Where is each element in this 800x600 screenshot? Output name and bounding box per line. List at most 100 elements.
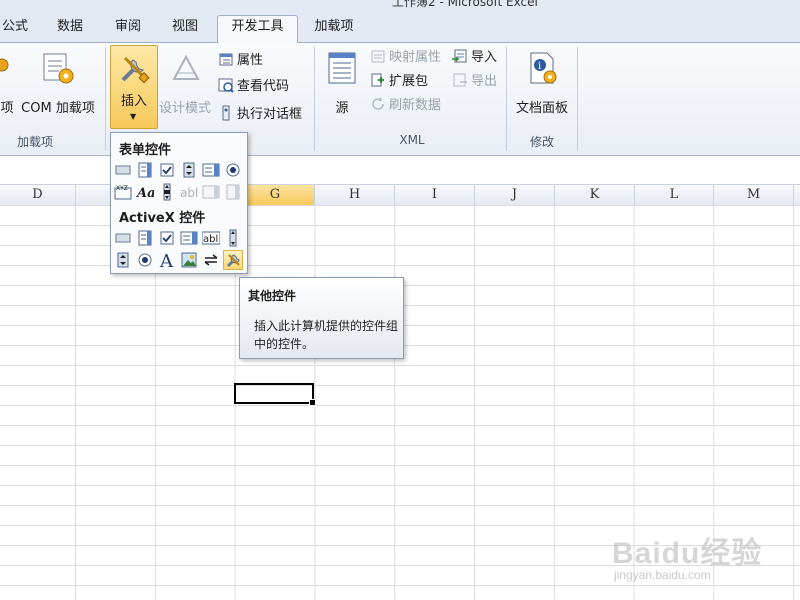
map-properties-label: 映射属性	[389, 50, 442, 65]
button-control-icon[interactable]	[113, 160, 133, 180]
insert-label: 插入	[120, 94, 147, 109]
text-field-disabled-icon: abl	[179, 182, 199, 202]
active-cell[interactable]	[234, 383, 316, 406]
group-divider	[577, 47, 578, 151]
xml-source-button[interactable]: 源	[322, 51, 362, 116]
com-addins-label: COM 加载项	[21, 101, 95, 116]
scroll-bar-icon[interactable]	[157, 182, 177, 202]
spin-button-icon[interactable]	[179, 160, 199, 180]
group-label-addins: 加载项	[16, 135, 53, 149]
xml-import-button[interactable]: 导入	[452, 48, 497, 68]
xml-export-button[interactable]: 导出	[452, 72, 497, 92]
refresh-data-button[interactable]: 刷新数据	[370, 96, 441, 116]
fill-handle[interactable]	[309, 399, 316, 406]
document-panel-label: 文档面板	[515, 101, 568, 116]
group-label-modify: 修改	[529, 135, 554, 149]
activex-checkbox-icon[interactable]	[157, 228, 177, 248]
document-panel-icon: i	[525, 51, 559, 87]
activex-image-icon[interactable]	[179, 250, 199, 270]
tooltip-title: 其他控件	[248, 289, 297, 303]
activex-label-icon[interactable]: A	[157, 250, 177, 270]
column-header[interactable]: J	[475, 185, 555, 205]
addins-label: 项	[0, 101, 14, 116]
list-box-icon[interactable]	[201, 160, 221, 180]
activex-list-box-icon[interactable]	[179, 228, 199, 248]
design-mode-label: 设计模式	[158, 101, 211, 116]
addins-button[interactable]: 项	[0, 51, 14, 116]
document-panel-button[interactable]: i 文档面板	[510, 51, 574, 116]
refresh-data-label: 刷新数据	[389, 98, 442, 113]
svg-text:A: A	[159, 251, 174, 269]
properties-button[interactable]: 属性	[218, 51, 263, 71]
tooltip: 其他控件 插入此计算机提供的控件组中的控件。	[239, 277, 404, 359]
tab-data[interactable]: 数据	[50, 16, 90, 42]
combo-list-disabled-icon	[201, 182, 221, 202]
tab-developer[interactable]: 开发工具	[217, 15, 298, 44]
combo-box-icon[interactable]	[135, 160, 155, 180]
column-header[interactable]: K	[555, 185, 635, 205]
window-title: 工作簿2 - Microsoft Excel	[392, 0, 538, 8]
title-bar: 工作簿2 - Microsoft Excel	[0, 0, 800, 8]
view-code-label: 查看代码	[237, 79, 290, 94]
expansion-packs-button[interactable]: 扩展包	[370, 72, 428, 92]
group-divider	[314, 47, 315, 151]
activex-spin-button-icon[interactable]	[113, 250, 133, 270]
group-box-icon[interactable]: XYZ	[113, 182, 133, 202]
insert-control-button[interactable]: 插入 ▼	[110, 45, 158, 129]
column-header[interactable]: I	[395, 185, 475, 205]
export-icon	[452, 72, 468, 88]
column-header[interactable]: H	[315, 185, 395, 205]
run-dialog-button[interactable]: 执行对话框	[218, 105, 302, 125]
xml-source-icon	[325, 51, 359, 87]
import-icon	[452, 48, 468, 64]
group-label-xml: XML	[399, 133, 425, 147]
chevron-down-icon: ▼	[130, 112, 137, 121]
map-properties-button[interactable]: 映射属性	[370, 48, 441, 68]
com-addins-button[interactable]: COM 加载项	[18, 51, 98, 116]
import-label: 导入	[471, 50, 498, 65]
activex-text-box-icon[interactable]: abl	[201, 228, 221, 248]
checkbox-control-icon[interactable]	[157, 160, 177, 180]
activex-command-button-icon[interactable]	[113, 228, 133, 248]
svg-text:Aa: Aa	[136, 186, 154, 200]
properties-icon	[218, 51, 234, 67]
watermark-url: jingyan.baidu.com	[614, 568, 711, 582]
tools-icon	[117, 52, 151, 88]
group-divider	[105, 47, 106, 151]
tooltip-body: 插入此计算机提供的控件组中的控件。	[254, 319, 399, 351]
form-controls-header: 表单控件	[119, 143, 172, 158]
properties-label: 属性	[237, 53, 264, 68]
com-addins-icon	[41, 51, 75, 87]
column-header[interactable]: L	[635, 185, 714, 205]
watermark-brand: Baidu经验	[612, 537, 763, 570]
tab-review[interactable]: 审阅	[108, 16, 148, 42]
activex-option-button-icon[interactable]	[135, 250, 155, 270]
label-control-icon[interactable]: Aa	[135, 182, 155, 202]
insert-controls-menu: 表单控件 XYZ Aa abl ActiveX 控件 abl A	[110, 132, 248, 274]
expansion-packs-icon	[370, 72, 386, 88]
svg-text:abl: abl	[203, 234, 218, 245]
run-dialog-label: 执行对话框	[237, 107, 303, 122]
design-mode-button[interactable]: 设计模式	[156, 51, 214, 116]
view-code-icon	[218, 77, 234, 93]
tab-addins[interactable]: 加载项	[308, 16, 360, 42]
more-controls-icon[interactable]	[223, 250, 243, 270]
ribbon-tabs: 公式 数据 审阅 视图 开发工具 加载项	[0, 8, 800, 44]
svg-text:XYZ: XYZ	[116, 185, 128, 192]
watermark: Baidu经验 jingyan.baidu.com	[612, 512, 792, 592]
map-properties-icon	[370, 48, 386, 64]
group-divider	[506, 47, 507, 151]
column-header[interactable]: M	[714, 185, 794, 205]
option-button-icon[interactable]	[223, 160, 243, 180]
column-header[interactable]: D	[0, 185, 76, 205]
activex-combo-box-icon[interactable]	[135, 228, 155, 248]
view-code-button[interactable]: 查看代码	[218, 77, 289, 97]
combo-dropdown-disabled-icon	[223, 182, 243, 202]
activex-scroll-bar-icon[interactable]	[223, 228, 243, 248]
export-label: 导出	[471, 74, 498, 89]
run-dialog-icon	[218, 105, 234, 121]
tab-formulas[interactable]: 公式	[0, 16, 30, 42]
activex-toggle-button-icon[interactable]	[201, 250, 221, 270]
tab-view[interactable]: 视图	[165, 16, 205, 42]
refresh-icon	[370, 96, 386, 112]
